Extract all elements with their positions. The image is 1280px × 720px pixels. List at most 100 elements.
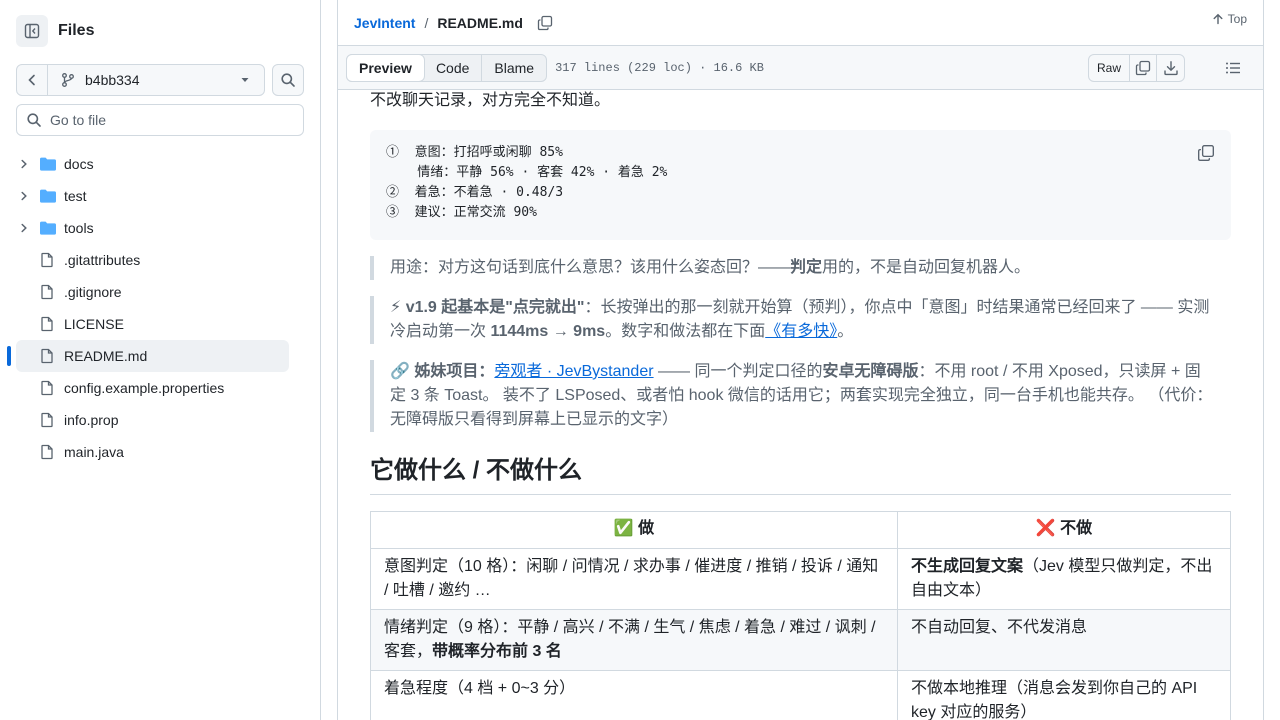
file-icon [41,252,53,268]
tree-item-icon [39,252,57,268]
tree-item-label: README.md [64,348,148,364]
go-to-file-field[interactable] [16,104,304,136]
table-cell-dont: 不生成回复文案（Jev 模型只做判定，不出自由文本） [897,548,1231,610]
quote-text: 用途：对方这句话到底什么意思？该用什么姿态回？—— [390,259,791,276]
tree-item-label: test [64,188,87,204]
file-toolbar: Preview Code Blame 317 lines (229 loc) ·… [338,45,1263,90]
table-cell-do: 着急程度（4 档 + 0~3 分） [370,670,898,720]
code-line: 情绪：平静 56% · 客套 42% · 着急 2% [386,165,668,180]
cell-bold: 带概率分布前 3 名 [432,643,562,660]
file-icon [41,412,53,428]
tree-item-icon [39,188,57,204]
expand-toggle[interactable] [16,222,32,234]
file-actions: Raw [1087,54,1185,82]
quote-text: 用的，不是自动回复机器人。 [822,259,1031,276]
tree-item-icon [39,348,57,364]
tab-preview[interactable]: Preview [346,53,425,82]
tree-file-readme-md[interactable]: README.md [7,340,289,372]
tree-item-label: docs [64,156,94,172]
tree-folder-test[interactable]: test [16,180,289,212]
folder-icon [40,157,56,171]
branch-name: b4bb334 [85,72,140,88]
file-tree: docs test tools .gitattributes .gitignore LIC… [7,148,289,468]
table-row: 着急程度（4 档 + 0~3 分） 不做本地推理（消息会发到你自己的 API k… [370,670,1231,720]
tree-item-label: .gitignore [64,284,122,300]
chevron-right-icon [21,191,27,201]
lightning-icon: ⚡ [390,299,402,316]
file-icon [41,444,53,460]
tree-folder-tools[interactable]: tools [16,212,289,244]
tree-item-icon [39,284,57,300]
table-header-row: ✅ 做 ❌ 不做 [370,511,1231,549]
tree-file-info-prop[interactable]: info.prop [16,404,289,436]
file-icon [41,348,53,364]
tree-item-icon [39,220,57,236]
tab-blame[interactable]: Blame [482,55,546,81]
download-icon [1163,61,1178,76]
blockquote-sister-project: 🔗 姊妹项目：旁观者 · JevBystander —— 同一个判定口径的安卓无… [370,360,1231,432]
blockquote-speed: ⚡ v1.9 起基本是"点完就出"：长按弹出的那一刻就开始算（预判），你点中「意… [370,296,1231,344]
tree-file-license[interactable]: LICENSE [16,308,289,340]
sidebar-collapse-icon [24,23,40,39]
tree-item-icon [39,444,57,460]
file-icon [41,316,53,332]
table-cell-dont: 不自动回复、不代发消息 [897,609,1231,671]
expand-toggle[interactable] [16,190,32,202]
quote-bold: 安卓无障碍版 [822,363,919,380]
copy-code-button[interactable] [1197,144,1215,162]
speed-section-link[interactable]: 《有多快》 [765,323,837,340]
folder-icon [40,189,56,203]
section-heading: 它做什么 / 不做什么 [370,456,1231,495]
tree-folder-docs[interactable]: docs [16,148,289,180]
copy-path-button[interactable] [531,9,559,37]
view-mode-tabs: Preview Code Blame [346,53,548,82]
expand-toggle[interactable] [16,158,32,170]
cell-text: 不做本地推理（消息会发到你自己的 API key 对应的服务） [911,680,1198,720]
cell-bold: 不生成回复文案 [911,558,1024,575]
folder-icon [40,221,56,235]
branch-group: b4bb334 [16,64,265,96]
quote-text: —— 同一个判定口径的 [653,363,823,380]
quote-bold: 1144ms → 9ms [490,323,606,340]
tree-item-label: .gitattributes [64,252,141,268]
tree-item-icon [39,156,57,172]
search-button[interactable] [272,64,304,96]
tree-file-gitignore[interactable]: .gitignore [16,276,289,308]
chevron-right-icon [21,159,27,169]
breadcrumb-repo-link[interactable]: JevIntent [354,15,415,31]
tree-item-label: main.java [64,444,124,460]
go-to-file-input[interactable] [50,112,280,128]
back-to-top-button[interactable]: Top [1212,12,1247,26]
copy-raw-button[interactable] [1130,55,1157,81]
quote-bold: v1.9 起基本是"点完就出" [405,299,585,316]
table-cell-do: 意图判定（10 格）：闲聊 / 问情况 / 求办事 / 催进度 / 推销 / 投… [370,548,898,610]
download-button[interactable] [1157,55,1184,81]
raw-button[interactable]: Raw [1089,55,1130,81]
collapse-sidebar-button[interactable] [16,15,48,47]
table-row: 情绪判定（9 格）：平静 / 高兴 / 不满 / 生气 / 焦虑 / 着急 / … [370,609,1231,671]
outline-button[interactable] [1225,60,1241,76]
readme-content: 不改聊天记录，对方完全不知道。 ① 意图：打招呼或闲聊 85% 情绪：平静 56… [370,90,1231,720]
sister-project-link[interactable]: 旁观者 · JevBystander [494,363,653,380]
branch-selector[interactable]: b4bb334 [48,65,264,95]
tree-file-gitattributes[interactable]: .gitattributes [16,244,289,276]
file-meta: 317 lines (229 loc) · 16.6 KB [555,60,764,75]
git-branch-icon [62,73,74,87]
code-line: ③ 建议：正常交流 90% [386,205,537,220]
table-cell-dont: 不做本地推理（消息会发到你自己的 API key 对应的服务） [897,670,1231,720]
code-block: ① 意图：打招呼或闲聊 85% 情绪：平静 56% · 客套 42% · 着急 … [370,130,1231,240]
quote-bold: 姊妹项目： [414,363,495,380]
tree-item-label: LICENSE [64,316,124,332]
feature-table: ✅ 做 ❌ 不做 意图判定（10 格）：闲聊 / 问情况 / 求办事 / 催进度… [370,511,1231,720]
chevron-right-icon [21,223,27,233]
link-icon: 🔗 [390,363,410,380]
tree-file-config-example-properties[interactable]: config.example.properties [16,372,289,404]
arrow-up-icon [1213,13,1223,25]
quote-text: 。 [837,323,854,340]
paragraph: 不改聊天记录，对方完全不知道。 [370,92,611,109]
copy-icon [537,15,553,30]
tab-code[interactable]: Code [424,54,483,81]
tree-file-main-java[interactable]: main.java [16,436,289,468]
back-button[interactable] [17,65,48,95]
search-icon [27,113,41,127]
